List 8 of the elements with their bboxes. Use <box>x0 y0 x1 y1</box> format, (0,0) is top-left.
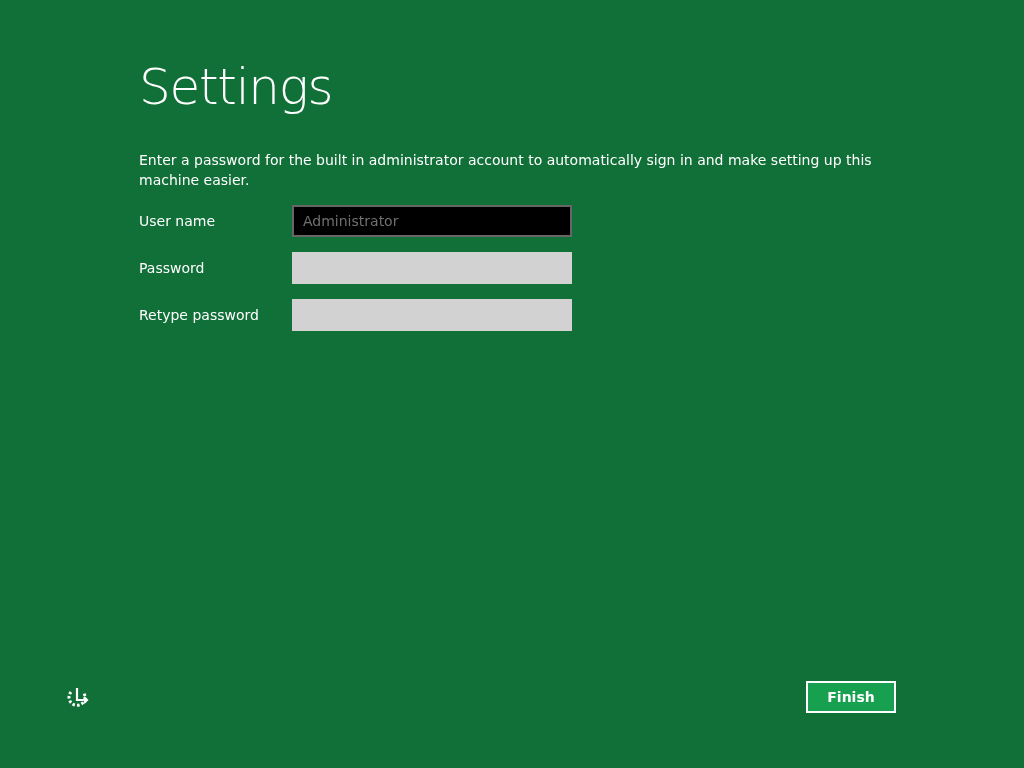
text-field[interactable] <box>292 299 572 331</box>
text-field[interactable] <box>292 252 572 284</box>
finish-button[interactable]: Finish <box>806 681 896 713</box>
page-title: Settings <box>139 57 333 118</box>
description-text: Enter a password for the built in administrator account to automatically sign in and make setting up this machine easier. <box>139 151 873 190</box>
field-label: Password <box>139 258 206 278</box>
field-label: User name <box>139 211 217 231</box>
field-label: Retype password <box>139 305 260 325</box>
